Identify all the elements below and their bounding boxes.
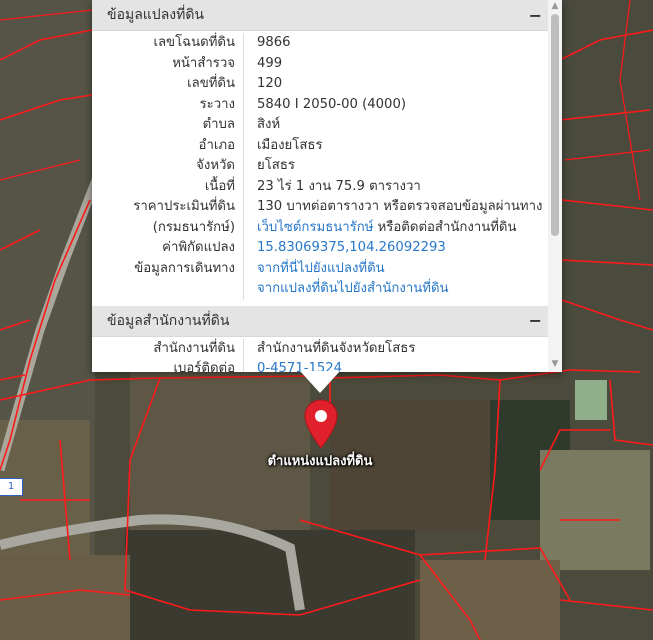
row-office: สำนักงานที่ดิน สำนักงานที่ดินจังหวัดยโสธ… bbox=[92, 338, 548, 359]
row-value: 5840 I 2050-00 (4000) bbox=[243, 94, 548, 115]
row-label: จังหวัด bbox=[196, 158, 235, 173]
parcel-number-tag: 1 bbox=[0, 478, 23, 496]
treasury-website-link[interactable]: เว็บไซต์กรมธนารักษ์ bbox=[257, 220, 373, 235]
row-value: สิงห์ bbox=[243, 115, 548, 136]
row-subdistrict: ตำบล สิงห์ bbox=[92, 115, 548, 136]
price-label-line1: ราคาประเมินที่ดิน bbox=[133, 199, 235, 214]
directions-to-parcel-link[interactable]: จากที่นี่ไปยังแปลงที่ดิน bbox=[257, 261, 385, 276]
collapse-land-section-icon[interactable]: − bbox=[529, 6, 542, 25]
row-value: สำนักงานที่ดินจังหวัดยโสธร bbox=[243, 338, 548, 359]
row-label: เลขโฉนดที่ดิน bbox=[153, 35, 235, 50]
row-survey-page: หน้าสำรวจ 499 bbox=[92, 53, 548, 74]
price-text: 130 บาทต่อตารางวา หรือตรวจสอบข้อมูลผ่านท… bbox=[257, 199, 543, 214]
row-land-number: เลขที่ดิน 120 bbox=[92, 74, 548, 95]
row-value: เมืองยโสธร bbox=[243, 135, 548, 156]
row-label: ตำบล bbox=[202, 117, 235, 132]
row-label: ข้อมูลการเดินทาง bbox=[134, 260, 235, 276]
row-value: 130 บาทต่อตารางวา หรือตรวจสอบข้อมูลผ่านท… bbox=[243, 197, 548, 238]
row-value: 23 ไร่ 1 งาน 75.9 ตารางวา bbox=[243, 176, 548, 197]
row-value: 9866 bbox=[243, 33, 548, 54]
scroll-down-icon[interactable]: ▼ bbox=[548, 358, 562, 370]
coordinates-link[interactable]: 15.83069375,104.26092293 bbox=[243, 238, 548, 259]
row-coordinates: ค่าพิกัดแปลง 15.83069375,104.26092293 bbox=[92, 238, 548, 259]
row-province: จังหวัด ยโสธร bbox=[92, 156, 548, 177]
marker-label: ตำแหน่งแปลงที่ดิน bbox=[267, 454, 373, 469]
office-section-header[interactable]: ข้อมูลสำนักงานที่ดิน − bbox=[92, 305, 548, 337]
row-label: เบอร์ติดต่อ bbox=[173, 361, 236, 372]
row-value: จากที่นี่ไปยังแปลงที่ดิน จากแปลงที่ดินไป… bbox=[243, 258, 548, 300]
row-label: หน้าสำรวจ bbox=[172, 55, 235, 71]
price-label-line2: (กรมธนารักษ์) bbox=[152, 219, 235, 235]
row-travel: ข้อมูลการเดินทาง จากที่นี่ไปยังแปลงที่ดิ… bbox=[92, 258, 548, 300]
row-value: ยโสธร bbox=[243, 156, 548, 177]
popup-pointer bbox=[300, 371, 340, 393]
row-appraisal-price: ราคาประเมินที่ดิน (กรมธนารักษ์) 130 บาทต… bbox=[92, 197, 548, 238]
land-section-header[interactable]: ข้อมูลแปลงที่ดิน − bbox=[92, 0, 548, 31]
row-value: 120 bbox=[243, 74, 548, 95]
row-label: เนื้อที่ bbox=[204, 178, 235, 194]
land-info-rows: เลขโฉนดที่ดิน 9866 หน้าสำรวจ 499 เลขที่ด… bbox=[92, 31, 548, 300]
row-value: 499 bbox=[243, 53, 548, 74]
collapse-office-section-icon[interactable]: − bbox=[529, 311, 542, 330]
row-deed-number: เลขโฉนดที่ดิน 9866 bbox=[92, 33, 548, 54]
directions-to-office-link[interactable]: จากแปลงที่ดินไปยังสำนักงานที่ดิน bbox=[257, 281, 449, 296]
row-area: เนื้อที่ 23 ไร่ 1 งาน 75.9 ตารางวา bbox=[92, 176, 548, 197]
scroll-up-icon[interactable]: ▲ bbox=[548, 0, 562, 12]
phone-link[interactable]: 0-4571-1524 bbox=[243, 359, 548, 372]
row-label: สำนักงานที่ดิน bbox=[153, 340, 235, 356]
popup-content: ข้อมูลแปลงที่ดิน − เลขโฉนดที่ดิน 9866 หน… bbox=[92, 0, 548, 372]
row-map-sheet: ระวาง 5840 I 2050-00 (4000) bbox=[92, 94, 548, 115]
map-pin-icon[interactable] bbox=[303, 398, 339, 450]
popup-scrollbar[interactable]: ▲ ▼ bbox=[548, 0, 562, 372]
row-label: ระวาง bbox=[199, 96, 235, 112]
price-text-suffix: หรือติดต่อสำนักงานที่ดิน bbox=[373, 219, 517, 235]
parcel-info-popup: ข้อมูลแปลงที่ดิน − เลขโฉนดที่ดิน 9866 หน… bbox=[92, 0, 562, 372]
office-info-rows: สำนักงานที่ดิน สำนักงานที่ดินจังหวัดยโสธ… bbox=[92, 337, 548, 372]
scrollbar-thumb[interactable] bbox=[551, 14, 559, 236]
row-label: ราคาประเมินที่ดิน (กรมธนารักษ์) bbox=[92, 197, 243, 238]
row-district: อำเภอ เมืองยโสธร bbox=[92, 135, 548, 156]
land-section-title: ข้อมูลแปลงที่ดิน bbox=[107, 7, 205, 23]
row-label: ค่าพิกัดแปลง bbox=[162, 240, 235, 255]
office-section-title: ข้อมูลสำนักงานที่ดิน bbox=[107, 312, 230, 329]
row-label: อำเภอ bbox=[198, 137, 235, 153]
row-label: เลขที่ดิน bbox=[187, 76, 235, 91]
